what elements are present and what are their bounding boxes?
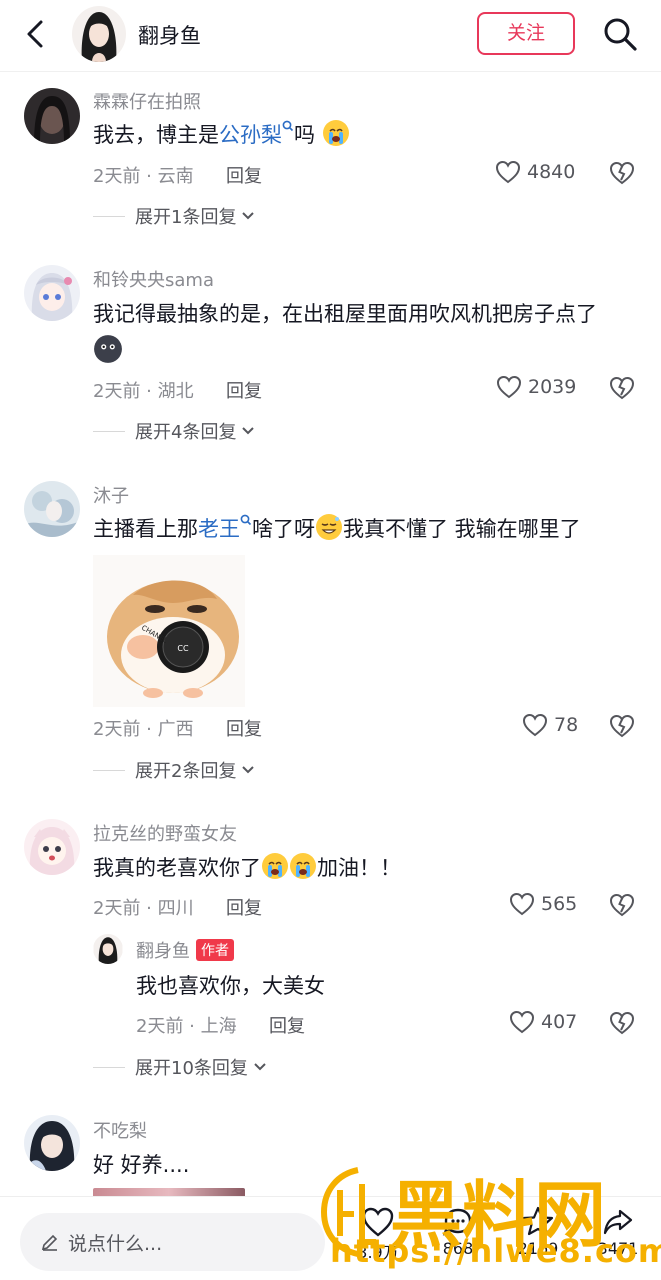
expand-replies[interactable]: 展开4条回复 [93,418,256,444]
comment-text-part: 主播看上那 [93,517,198,541]
like-count: 4840 [527,161,576,183]
like-button[interactable]: 78 [522,713,578,737]
comment-text: 我真的老喜欢你了 加油！！ [93,849,641,887]
like-button[interactable]: 565 [509,892,577,916]
comment-text: 我去，博主是公孙梨吗 [93,116,641,154]
comment-text: 我记得最抽象的是，在出租屋里面用吹风机把房子点了 [93,295,641,371]
username[interactable]: 不吃梨 [93,1117,147,1143]
comment-input-placeholder: 说点什么... [68,1232,163,1255]
author-name[interactable]: 翻身鱼 [138,20,201,50]
heart-icon [509,1010,535,1034]
chevron-down-icon [242,766,255,774]
heart-icon [509,892,535,916]
like-button[interactable]: 407 [509,1010,577,1034]
search-small-icon [282,120,294,132]
reply-button[interactable]: 回复 [226,162,262,188]
comment-text-part: 吗 [294,123,315,147]
search-icon[interactable] [600,14,640,54]
crying-emoji-icon [262,853,288,879]
heart-icon [495,160,521,184]
time-location: 2天前 · 云南 [93,166,194,187]
comment-text: 主播看上那老王 啥了呀 我真不懂了 我输在哪里了 [93,510,641,548]
top-bar: 翻身鱼 关注 [0,0,661,72]
follow-button[interactable]: 关注 [477,12,575,55]
avatar[interactable] [24,819,80,875]
like-count: 78 [554,714,579,736]
reply-username: 翻身鱼 [136,941,190,962]
comment-text-part: 加油！！ [317,856,401,880]
avatar[interactable] [93,934,123,964]
chevron-down-icon [242,212,255,220]
username[interactable]: 和铃央央sama [93,266,214,292]
search-link[interactable]: 公孙梨 [219,123,282,147]
avatar[interactable] [24,1115,80,1171]
divider [93,215,125,217]
avatar[interactable] [24,481,80,537]
like-count: 407 [541,1011,578,1033]
crying-emoji-icon [290,853,316,879]
time-location: 2天前 · 四川 [93,898,194,919]
divider [93,769,125,771]
comment-text: 好 好养.... [93,1153,190,1177]
reply-button[interactable]: 回复 [226,715,262,741]
dislike-icon[interactable] [609,1010,635,1036]
author-badge: 作者 [196,939,234,961]
expand-label: 展开4条回复 [135,422,237,443]
expand-replies[interactable]: 展开2条回复 [93,757,256,783]
expand-replies[interactable]: 展开10条回复 [93,1054,268,1080]
like-button[interactable]: 2039 [496,375,576,399]
awkward-smile-emoji-icon [316,514,342,540]
comment-text-part: 我去，博主是 [93,123,219,147]
username[interactable]: 拉克丝的野蛮女友 [93,820,237,846]
pencil-icon [41,1234,58,1251]
comment-text-part: 我真不懂了 我输在哪里了 [343,517,581,541]
username[interactable]: 沐子 [93,482,129,508]
expand-label: 展开1条回复 [135,207,237,228]
chevron-down-icon [242,427,255,435]
time-location: 2天前 · 上海 [136,1016,237,1037]
back-arrow-icon[interactable] [18,16,54,52]
expand-label: 展开10条回复 [135,1058,248,1079]
watermark-url: https://hlwe8.com [330,1232,661,1270]
heart-icon [522,713,548,737]
dislike-icon[interactable] [609,375,635,401]
reply-button[interactable]: 回复 [226,377,262,403]
search-small-icon [240,514,252,526]
comment-text-part: 啥了呀 [252,517,315,541]
dark-face-emoji-icon [94,335,122,363]
username[interactable]: 翻身鱼 作者 [136,937,234,963]
comment-text-part: 我真的老喜欢你了 [93,856,261,880]
avatar[interactable] [24,88,80,144]
chevron-down-icon [254,1063,266,1071]
reply-button[interactable]: 回复 [226,894,262,920]
comment-text-part: 我记得最抽象的是，在出租屋里面用吹风机把房子点了 [93,302,597,326]
svg-text:CC: CC [177,644,189,653]
dislike-icon[interactable] [609,713,635,739]
like-count: 565 [541,893,578,915]
author-avatar[interactable] [72,6,126,62]
reply-button[interactable]: 回复 [269,1012,305,1038]
dislike-icon[interactable] [609,892,635,918]
divider [93,1066,125,1068]
heart-icon [496,375,522,399]
like-count: 2039 [528,376,577,398]
avatar[interactable] [24,265,80,321]
time-location: 2天前 · 湖北 [93,381,194,402]
search-link[interactable]: 老王 [198,517,240,541]
divider [93,430,125,432]
dislike-icon[interactable] [609,160,635,186]
time-location: 2天前 · 广西 [93,719,194,740]
username[interactable]: 霖霖仔在拍照 [93,88,201,114]
comment-image[interactable]: CC CHANEL [93,555,245,707]
reply-text: 我也喜欢你，大美女 [136,974,325,998]
comment-input[interactable]: 说点什么... [20,1213,325,1271]
crying-emoji-icon [322,120,349,146]
expand-label: 展开2条回复 [135,761,237,782]
like-button[interactable]: 4840 [495,160,575,184]
expand-replies[interactable]: 展开1条回复 [93,203,256,229]
